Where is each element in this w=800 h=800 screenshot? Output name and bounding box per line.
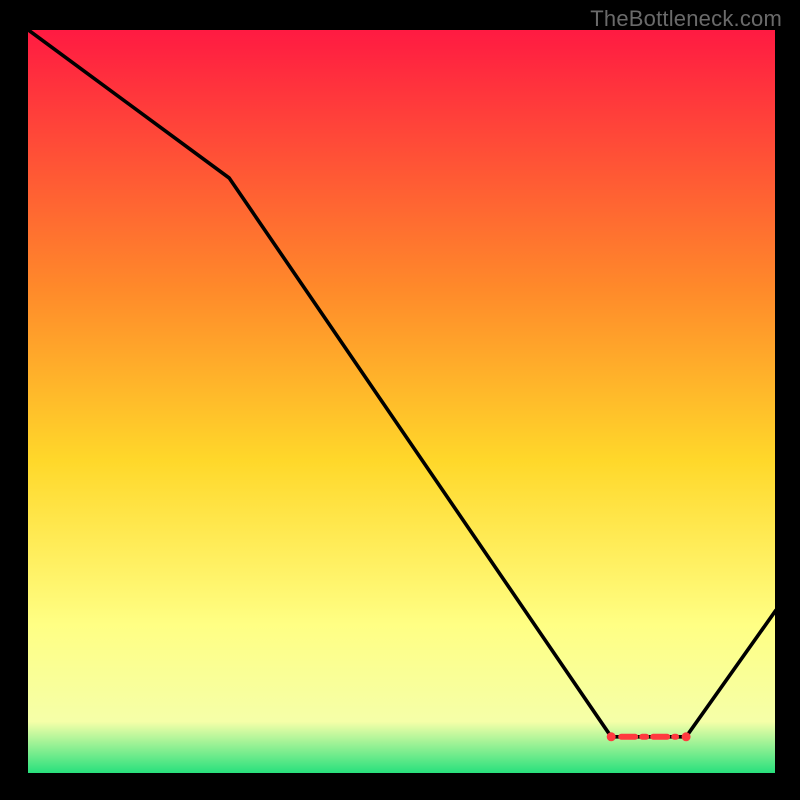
chart-stage: TheBottleneck.com [0, 0, 800, 800]
plot-background [27, 29, 776, 774]
chart-svg [0, 0, 800, 800]
